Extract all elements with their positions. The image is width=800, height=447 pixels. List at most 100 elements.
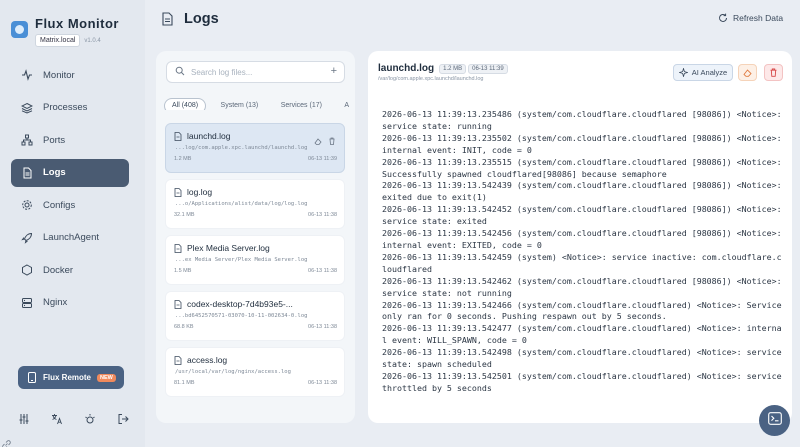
file-time: 06-13 11:38: [308, 324, 337, 330]
sidebar-item-monitor[interactable]: Monitor: [11, 61, 129, 89]
log-content: 2026-06-13 11:39:13.235486 (system/com.c…: [382, 109, 782, 393]
ai-analyze-button[interactable]: AI Analyze: [673, 64, 733, 81]
viewer-size-badge: 1.2 MB: [439, 63, 467, 74]
file-icon: [174, 355, 182, 365]
file-name: log.log: [187, 187, 213, 197]
flux-remote-button[interactable]: Flux Remote NEW: [18, 366, 124, 389]
file-name: launchd.log: [187, 131, 231, 141]
file-name: access.log: [187, 355, 228, 365]
viewer-time-badge: 06-13 11:39: [468, 63, 508, 74]
filter-chip-services[interactable]: Services (17): [273, 98, 330, 110]
hexagon-icon: [21, 264, 33, 276]
delete-log-button[interactable]: [764, 64, 783, 81]
app-logo-icon: [11, 21, 28, 38]
file-path: ...ex Media Server/Plex Media Server.log: [175, 257, 308, 263]
network-icon: [21, 134, 33, 146]
file-name: Plex Media Server.log: [187, 243, 270, 253]
add-log-button[interactable]: +: [331, 65, 337, 77]
filter-chip-system[interactable]: System (13): [213, 98, 267, 110]
ai-analyze-label: AI Analyze: [691, 68, 728, 77]
phone-icon: [28, 372, 36, 383]
terminal-fab-button[interactable]: [759, 405, 790, 436]
sidebar-item-logs[interactable]: Logs: [11, 158, 129, 187]
file-icon: [174, 299, 182, 309]
file-path: ...log/com.apple.xpc.launchd/launchd.log: [175, 145, 308, 151]
sidebar-item-label: Monitor: [43, 69, 75, 81]
brand: Flux Monitor Matrix.local v1.0.4: [11, 16, 119, 47]
refresh-icon: [718, 13, 728, 23]
viewer-title: launchd.log: [378, 63, 435, 74]
file-size: 68.8 KB: [174, 324, 194, 330]
clear-icon[interactable]: [314, 132, 322, 150]
file-path: ...bd6452570571-03070-10-11-002634-0.log: [175, 313, 308, 319]
refresh-label: Refresh Data: [733, 13, 784, 23]
filter-chip-apps[interactable]: Apps (378): [336, 98, 349, 110]
sidebar-item-label: Configs: [43, 199, 76, 211]
layers-icon: [21, 102, 33, 114]
filter-chips: All (408) System (13) Services (17) Apps…: [164, 94, 349, 110]
logout-icon[interactable]: [116, 412, 129, 425]
file-list: launchd.log ...log/com.apple.xpc.launchd…: [165, 123, 345, 403]
file-icon: [174, 243, 182, 253]
logs-document-icon: [160, 12, 174, 26]
sidebar-item-docker[interactable]: Docker: [11, 256, 129, 284]
sidebar-nav: Monitor Processes Ports Logs Configs Lau…: [11, 61, 129, 321]
sliders-icon[interactable]: [17, 412, 30, 425]
sidebar-item-label: Processes: [43, 102, 88, 113]
file-item-access[interactable]: access.log /usr/local/var/log/nginx/acce…: [165, 347, 345, 397]
sidebar-item-label: Docker: [43, 264, 74, 276]
pulse-icon: [21, 69, 33, 81]
sidebar-item-processes[interactable]: Processes: [11, 94, 129, 122]
terminal-icon: [767, 411, 782, 430]
filter-chip-all[interactable]: All (408): [164, 98, 207, 110]
sidebar-footer: [17, 412, 129, 425]
log-viewer-panel: launchd.log 1.2 MB 06-13 11:39 /var/log/…: [368, 51, 792, 423]
app-version: v1.0.4: [84, 37, 101, 44]
file-path: /usr/local/var/log/nginx/access.log: [175, 369, 291, 375]
file-size: 1.2 MB: [174, 156, 192, 162]
page-title: Logs: [184, 11, 219, 27]
file-icon: [174, 131, 182, 141]
eraser-icon: [743, 64, 752, 82]
file-name: codex-desktop-7d4b93e5-...: [187, 299, 293, 309]
file-path: ...o/Applications/alist/data/log/log.log: [175, 201, 308, 207]
file-item-log[interactable]: log.log ...o/Applications/alist/data/log…: [165, 179, 345, 229]
file-time: 06-13 11:38: [308, 268, 337, 274]
file-time: 06-13 11:39: [308, 156, 337, 162]
theme-toggle-icon[interactable]: [83, 412, 96, 425]
sidebar-item-nginx[interactable]: Nginx: [11, 289, 129, 317]
sparkle-icon: [678, 68, 688, 77]
sidebar-item-launchagent[interactable]: LaunchAgent: [11, 224, 129, 252]
sidebar-item-ports[interactable]: Ports: [11, 126, 129, 154]
sidebar-item-label: Nginx: [43, 297, 68, 308]
viewer-path: /var/log/com.apple.xpc.launchd/launchd.l…: [378, 76, 484, 82]
new-badge: NEW: [97, 373, 116, 382]
search-box: +: [166, 61, 345, 83]
document-icon: [21, 167, 33, 179]
rocket-icon: [21, 232, 33, 244]
refresh-button[interactable]: Refresh Data: [718, 13, 783, 23]
file-size: 81.1 MB: [174, 380, 195, 386]
trash-icon[interactable]: [328, 132, 336, 150]
host-badge: Matrix.local: [35, 34, 81, 47]
link-icon: [2, 436, 11, 447]
file-item-plex[interactable]: Plex Media Server.log ...ex Media Server…: [165, 235, 345, 285]
sidebar-item-label: Logs: [43, 167, 66, 178]
file-item-codex[interactable]: codex-desktop-7d4b93e5-... ...bd64525705…: [165, 291, 345, 341]
sidebar-item-label: Ports: [43, 134, 66, 146]
app-title: Flux Monitor: [35, 16, 119, 31]
sidebar: Flux Monitor Matrix.local v1.0.4 Monitor…: [0, 0, 145, 447]
sidebar-item-configs[interactable]: Configs: [11, 191, 129, 219]
sidebar-item-label: LaunchAgent: [43, 232, 99, 243]
file-item-launchd[interactable]: launchd.log ...log/com.apple.xpc.launchd…: [165, 123, 345, 173]
translate-icon[interactable]: [50, 412, 63, 425]
file-time: 06-13 11:38: [308, 212, 337, 218]
trash-icon: [769, 64, 778, 82]
file-icon: [174, 187, 182, 197]
clear-log-button[interactable]: [738, 64, 757, 81]
gear-icon: [21, 199, 33, 211]
search-input[interactable]: [191, 67, 321, 77]
server-icon: [21, 297, 33, 309]
log-file-list-panel: + All (408) System (13) Services (17) Ap…: [156, 51, 355, 423]
file-size: 32.1 MB: [174, 212, 195, 218]
